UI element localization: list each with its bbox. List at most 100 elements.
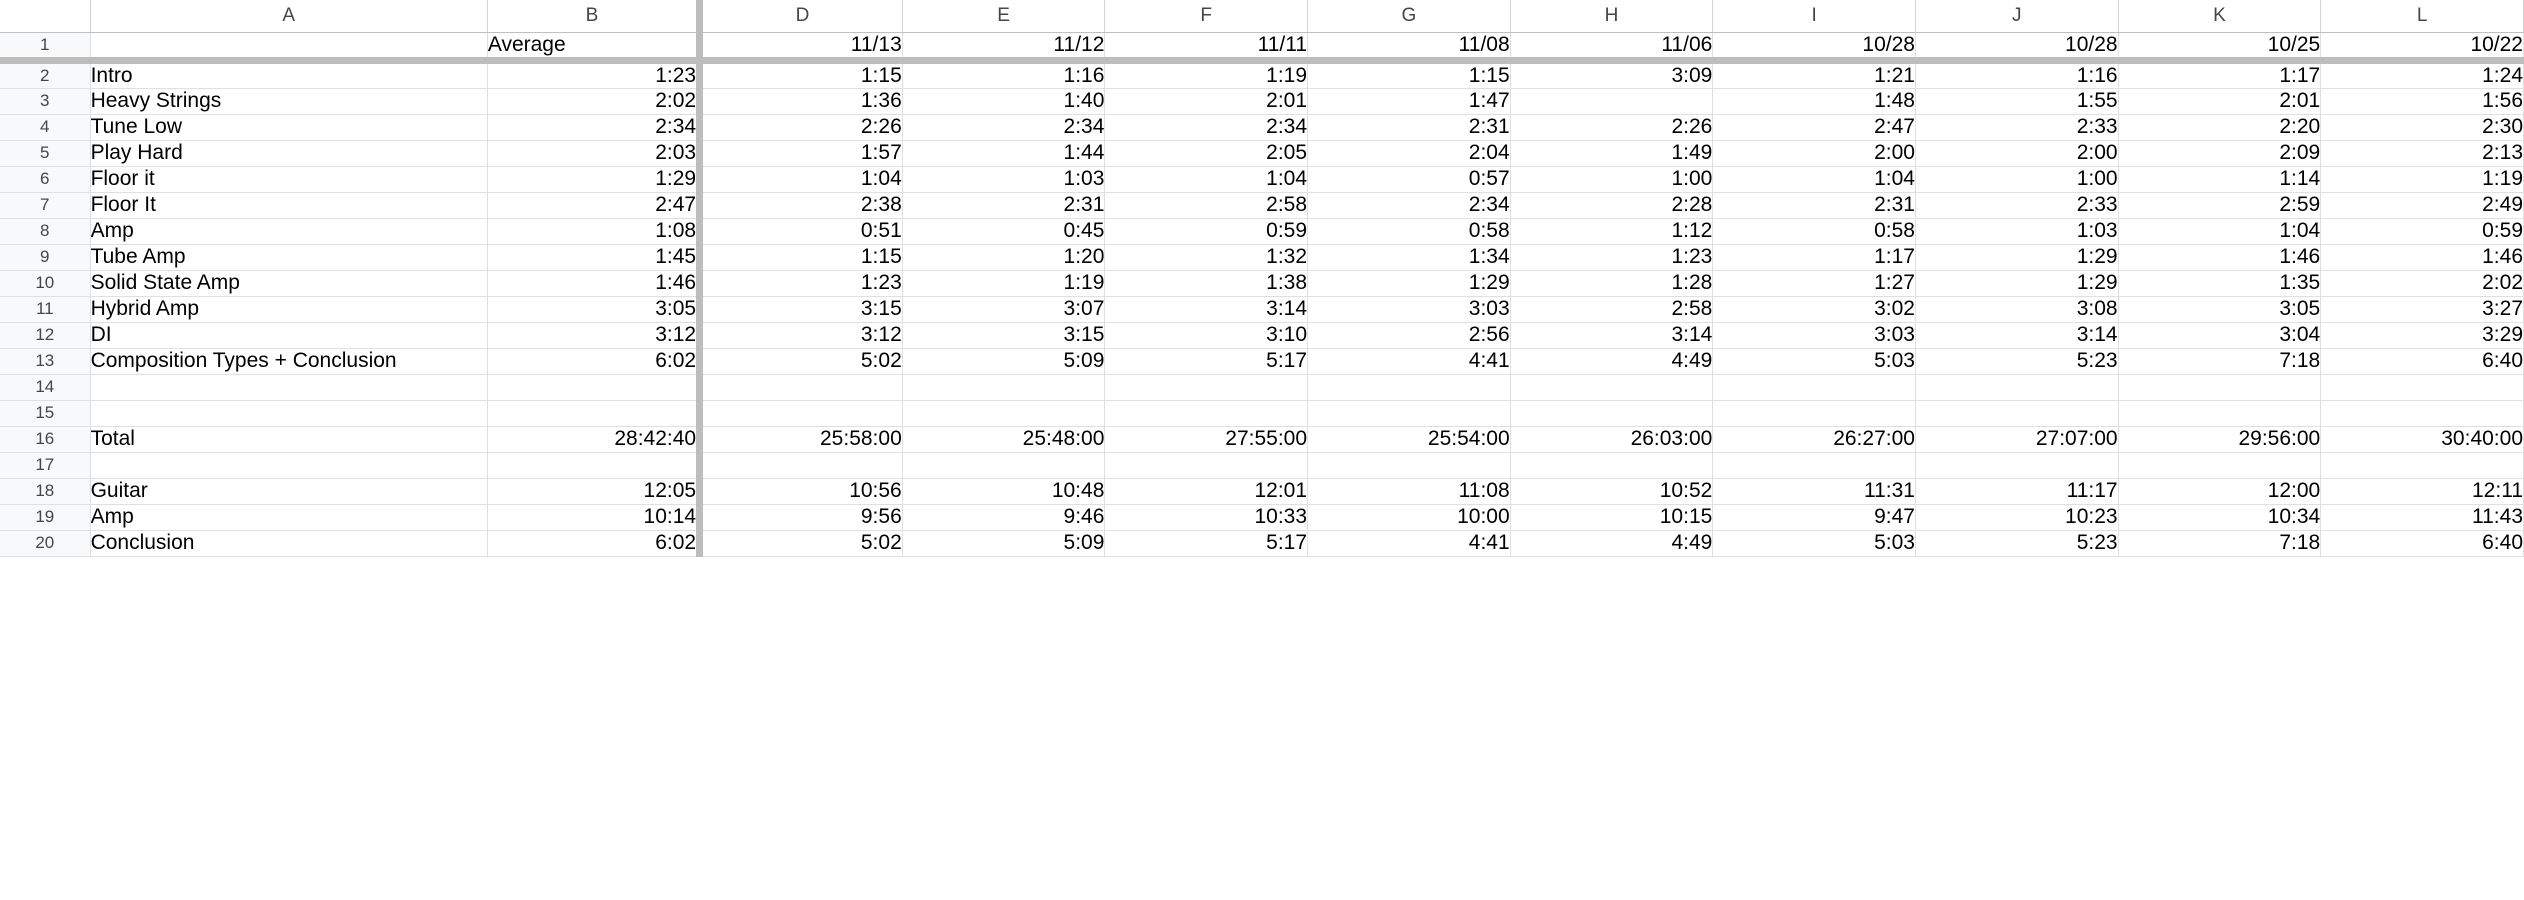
- cell-r15-c9[interactable]: [2320, 400, 2524, 427]
- cell-r13-c5[interactable]: 4:49: [1510, 348, 1714, 375]
- cell-average-b19[interactable]: 10:14: [487, 504, 704, 531]
- cell-date-header-3[interactable]: 11/11: [1104, 32, 1309, 64]
- cell-r5-c1[interactable]: 1:57: [699, 140, 903, 167]
- cell-r8-c5[interactable]: 1:12: [1510, 218, 1714, 245]
- cell-date-header-6[interactable]: 10/28: [1712, 32, 1916, 64]
- column-header-k[interactable]: K: [2118, 0, 2322, 33]
- cell-r5-c6[interactable]: 2:00: [1712, 140, 1916, 167]
- cell-r11-c7[interactable]: 3:08: [1915, 296, 2119, 323]
- cell-r14-c7[interactable]: [1915, 374, 2119, 401]
- cell-r9-c8[interactable]: 1:46: [2118, 244, 2322, 271]
- cell-label-a11[interactable]: Hybrid Amp: [90, 296, 488, 323]
- column-header-h[interactable]: H: [1510, 0, 1714, 33]
- cell-r4-c5[interactable]: 2:26: [1510, 114, 1714, 141]
- cell-r18-c8[interactable]: 12:00: [2118, 478, 2322, 505]
- cell-r13-c4[interactable]: 4:41: [1307, 348, 1511, 375]
- row-header-3[interactable]: 3: [0, 88, 91, 115]
- cell-r19-c9[interactable]: 11:43: [2320, 504, 2524, 531]
- cell-label-a4[interactable]: Tune Low: [90, 114, 488, 141]
- cell-r7-c4[interactable]: 2:34: [1307, 192, 1511, 219]
- cell-r16-c1[interactable]: 25:58:00: [699, 426, 903, 453]
- cell-r19-c3[interactable]: 10:33: [1104, 504, 1309, 531]
- cell-average-b9[interactable]: 1:45: [487, 244, 704, 271]
- cell-r17-c5[interactable]: [1510, 452, 1714, 479]
- cell-date-header-1[interactable]: 11/13: [699, 32, 903, 64]
- cell-r11-c4[interactable]: 3:03: [1307, 296, 1511, 323]
- cell-label-a3[interactable]: Heavy Strings: [90, 88, 488, 115]
- cell-r9-c7[interactable]: 1:29: [1915, 244, 2119, 271]
- cell-r15-c7[interactable]: [1915, 400, 2119, 427]
- cell-label-a7[interactable]: Floor It: [90, 192, 488, 219]
- cell-r17-c4[interactable]: [1307, 452, 1511, 479]
- cell-r4-c9[interactable]: 2:30: [2320, 114, 2524, 141]
- row-header-6[interactable]: 6: [0, 166, 91, 193]
- cell-r3-c4[interactable]: 1:47: [1307, 88, 1511, 115]
- cell-r8-c6[interactable]: 0:58: [1712, 218, 1916, 245]
- cell-r10-c7[interactable]: 1:29: [1915, 270, 2119, 297]
- cell-r4-c3[interactable]: 2:34: [1104, 114, 1309, 141]
- cell-date-header-8[interactable]: 10/25: [2118, 32, 2322, 64]
- cell-r9-c4[interactable]: 1:34: [1307, 244, 1511, 271]
- cell-r6-c8[interactable]: 1:14: [2118, 166, 2322, 193]
- column-header-f[interactable]: F: [1104, 0, 1309, 33]
- cell-r16-c5[interactable]: 26:03:00: [1510, 426, 1714, 453]
- cell-r19-c2[interactable]: 9:46: [902, 504, 1106, 531]
- cell-r18-c7[interactable]: 11:17: [1915, 478, 2119, 505]
- cell-r11-c9[interactable]: 3:27: [2320, 296, 2524, 323]
- cell-label-a12[interactable]: DI: [90, 322, 488, 349]
- cell-r3-c5[interactable]: [1510, 88, 1714, 115]
- row-header-18[interactable]: 18: [0, 478, 91, 505]
- cell-r20-c5[interactable]: 4:49: [1510, 530, 1714, 557]
- cell-r7-c3[interactable]: 2:58: [1104, 192, 1309, 219]
- cell-r2-c6[interactable]: 1:21: [1712, 60, 1916, 89]
- cell-r10-c1[interactable]: 1:23: [699, 270, 903, 297]
- cell-r4-c7[interactable]: 2:33: [1915, 114, 2119, 141]
- cell-average-b18[interactable]: 12:05: [487, 478, 704, 505]
- row-header-8[interactable]: 8: [0, 218, 91, 245]
- cell-r6-c2[interactable]: 1:03: [902, 166, 1106, 193]
- cell-r14-c2[interactable]: [902, 374, 1106, 401]
- cell-r20-c9[interactable]: 6:40: [2320, 530, 2524, 557]
- cell-r8-c7[interactable]: 1:03: [1915, 218, 2119, 245]
- cell-r4-c1[interactable]: 2:26: [699, 114, 903, 141]
- row-header-2[interactable]: 2: [0, 60, 91, 89]
- cell-label-a14[interactable]: [90, 374, 488, 401]
- cell-r20-c3[interactable]: 5:17: [1104, 530, 1309, 557]
- cell-label-a18[interactable]: Guitar: [90, 478, 488, 505]
- cell-r12-c4[interactable]: 2:56: [1307, 322, 1511, 349]
- cell-r11-c3[interactable]: 3:14: [1104, 296, 1309, 323]
- cell-r10-c2[interactable]: 1:19: [902, 270, 1106, 297]
- cell-r5-c5[interactable]: 1:49: [1510, 140, 1714, 167]
- cell-r17-c6[interactable]: [1712, 452, 1916, 479]
- cell-r5-c3[interactable]: 2:05: [1104, 140, 1309, 167]
- cell-label-a9[interactable]: Tube Amp: [90, 244, 488, 271]
- cell-r20-c1[interactable]: 5:02: [699, 530, 903, 557]
- cell-r14-c3[interactable]: [1104, 374, 1309, 401]
- cell-r6-c3[interactable]: 1:04: [1104, 166, 1309, 193]
- column-header-b[interactable]: B: [487, 0, 704, 33]
- row-header-1[interactable]: 1: [0, 32, 91, 64]
- cell-a1[interactable]: [90, 32, 488, 64]
- cell-r9-c3[interactable]: 1:32: [1104, 244, 1309, 271]
- cell-average-b4[interactable]: 2:34: [487, 114, 704, 141]
- cell-r6-c5[interactable]: 1:00: [1510, 166, 1714, 193]
- row-header-19[interactable]: 19: [0, 504, 91, 531]
- cell-label-a8[interactable]: Amp: [90, 218, 488, 245]
- cell-r15-c8[interactable]: [2118, 400, 2322, 427]
- cell-r18-c4[interactable]: 11:08: [1307, 478, 1511, 505]
- cell-r3-c2[interactable]: 1:40: [902, 88, 1106, 115]
- cell-average-b5[interactable]: 2:03: [487, 140, 704, 167]
- cell-date-header-4[interactable]: 11/08: [1307, 32, 1511, 64]
- cell-r9-c1[interactable]: 1:15: [699, 244, 903, 271]
- cell-r18-c5[interactable]: 10:52: [1510, 478, 1714, 505]
- cell-r6-c1[interactable]: 1:04: [699, 166, 903, 193]
- cell-r7-c9[interactable]: 2:49: [2320, 192, 2524, 219]
- cell-r19-c7[interactable]: 10:23: [1915, 504, 2119, 531]
- cell-r14-c1[interactable]: [699, 374, 903, 401]
- cell-r7-c7[interactable]: 2:33: [1915, 192, 2119, 219]
- cell-r5-c8[interactable]: 2:09: [2118, 140, 2322, 167]
- cell-r14-c8[interactable]: [2118, 374, 2322, 401]
- cell-label-a16[interactable]: Total: [90, 426, 488, 453]
- row-header-11[interactable]: 11: [0, 296, 91, 323]
- cell-r3-c3[interactable]: 2:01: [1104, 88, 1309, 115]
